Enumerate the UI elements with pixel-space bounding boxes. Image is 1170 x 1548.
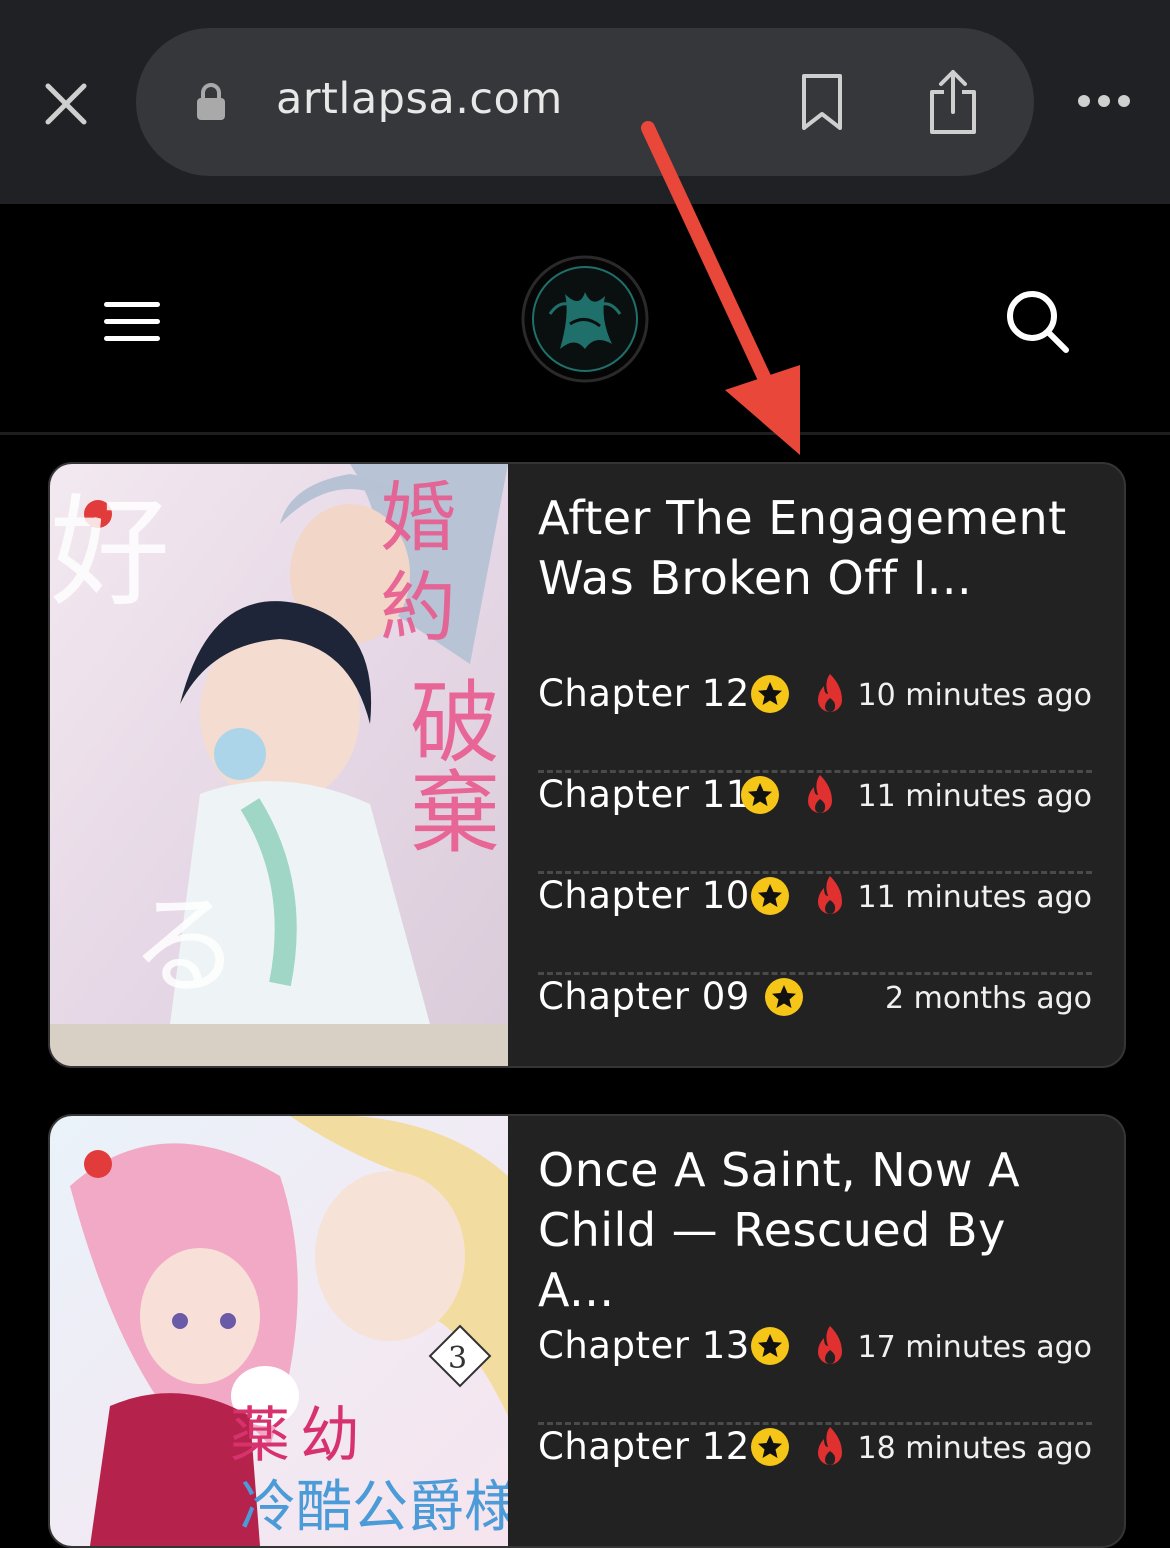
star-icon bbox=[765, 978, 803, 1016]
chapter-time: 2 months ago bbox=[885, 981, 1092, 1016]
manga-title[interactable]: After The Engagement Was Broken Off I... bbox=[538, 488, 1092, 608]
site-header bbox=[0, 204, 1170, 435]
fire-icon bbox=[818, 1427, 842, 1465]
svg-text:冷酷公爵様: 冷酷公爵様 bbox=[240, 1475, 508, 1540]
share-icon[interactable] bbox=[926, 68, 980, 136]
svg-text:幼: 幼 bbox=[300, 1401, 360, 1471]
chapter-time: 11 minutes ago bbox=[857, 880, 1092, 915]
chapter-time: 18 minutes ago bbox=[857, 1431, 1092, 1466]
svg-text:3: 3 bbox=[448, 1341, 467, 1376]
manga-card-body: Once A Saint, Now A Child — Rescued By A… bbox=[538, 1116, 1092, 1523]
chapter-time: 17 minutes ago bbox=[857, 1330, 1092, 1365]
fire-icon bbox=[818, 1326, 842, 1364]
chapter-row[interactable]: Chapter 11 11 minutes ago bbox=[538, 773, 1092, 874]
svg-text:棄: 棄 bbox=[410, 761, 500, 866]
fire-icon bbox=[808, 775, 832, 813]
search-icon[interactable] bbox=[1004, 288, 1072, 356]
chapter-label[interactable]: Chapter 13 bbox=[538, 1324, 750, 1367]
star-icon bbox=[741, 776, 779, 814]
chapter-list: Chapter 12 10 minutes ago Chapter 11 11 … bbox=[538, 672, 1092, 1066]
svg-text:約: 約 bbox=[380, 563, 456, 652]
chapter-row[interactable]: Chapter 12 18 minutes ago bbox=[538, 1425, 1092, 1523]
chapter-label[interactable]: Chapter 11 bbox=[538, 773, 750, 816]
lock-icon bbox=[197, 83, 225, 120]
url-text[interactable]: artlapsa.com bbox=[276, 74, 563, 124]
svg-text:る: る bbox=[130, 882, 240, 1010]
bookmark-icon[interactable] bbox=[798, 72, 846, 132]
star-icon bbox=[751, 1428, 789, 1466]
chapter-row[interactable]: Chapter 10 11 minutes ago bbox=[538, 874, 1092, 975]
star-icon bbox=[751, 675, 789, 713]
chapter-row[interactable]: Chapter 12 10 minutes ago bbox=[538, 672, 1092, 773]
manga-cover-image[interactable]: 婚 約 破 棄 好 る bbox=[50, 464, 508, 1066]
star-icon bbox=[751, 877, 789, 915]
manga-card[interactable]: 3 薬 幼 冷酷公爵様 Once A Saint, Now A Child — … bbox=[48, 1114, 1126, 1548]
site-logo[interactable] bbox=[520, 254, 650, 384]
chapter-time: 10 minutes ago bbox=[857, 678, 1092, 713]
fire-icon bbox=[818, 876, 842, 914]
chapter-label[interactable]: Chapter 10 bbox=[538, 874, 750, 917]
svg-text:好: 好 bbox=[50, 484, 170, 623]
fire-icon bbox=[818, 674, 842, 712]
svg-text:薬: 薬 bbox=[230, 1401, 290, 1471]
browser-toolbar: artlapsa.com bbox=[0, 0, 1170, 204]
chapter-time: 11 minutes ago bbox=[857, 779, 1092, 814]
star-icon bbox=[751, 1327, 789, 1365]
chapter-label[interactable]: Chapter 12 bbox=[538, 672, 750, 715]
hamburger-menu-icon[interactable] bbox=[104, 302, 160, 342]
chapter-row[interactable]: Chapter 09 2 months ago bbox=[538, 975, 1092, 1066]
manga-title[interactable]: Once A Saint, Now A Child — Rescued By A… bbox=[538, 1140, 1092, 1317]
more-options-icon[interactable] bbox=[1076, 90, 1132, 112]
address-bar[interactable]: artlapsa.com bbox=[136, 28, 1034, 176]
manga-card[interactable]: 婚 約 破 棄 好 る After The Engagement Was Bro… bbox=[48, 462, 1126, 1068]
close-icon[interactable] bbox=[40, 78, 92, 130]
chapter-label[interactable]: Chapter 12 bbox=[538, 1425, 750, 1468]
chapter-label[interactable]: Chapter 09 bbox=[538, 975, 750, 1018]
svg-text:婚: 婚 bbox=[380, 473, 456, 562]
manga-card-body: After The Engagement Was Broken Off I...… bbox=[538, 464, 1092, 1066]
chapter-row[interactable]: Chapter 13 17 minutes ago bbox=[538, 1324, 1092, 1425]
manga-cover-image[interactable]: 3 薬 幼 冷酷公爵様 bbox=[50, 1116, 508, 1546]
chapter-list: Chapter 13 17 minutes ago Chapter 12 18 … bbox=[538, 1324, 1092, 1523]
